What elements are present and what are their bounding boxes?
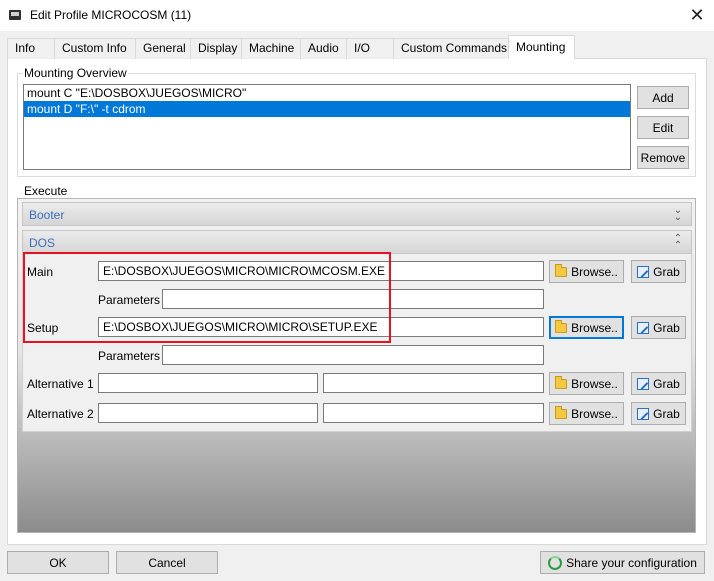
alternative-2-parameters-field[interactable] xyxy=(323,403,544,423)
folder-icon xyxy=(555,375,568,389)
execute-label: Execute xyxy=(23,184,69,198)
browse-label: Browse.. xyxy=(571,406,618,421)
browse-label: Browse.. xyxy=(571,264,618,279)
setup-grab-button[interactable]: Grab xyxy=(631,316,686,339)
alternative-2-field[interactable] xyxy=(98,403,318,423)
alternative-2-browse-button[interactable]: Browse.. xyxy=(549,402,624,425)
ok-button[interactable]: OK xyxy=(7,551,109,574)
cancel-button[interactable]: Cancel xyxy=(116,551,218,574)
tab-machine[interactable]: Machine xyxy=(241,38,301,59)
tab-mounting[interactable]: Mounting xyxy=(508,35,575,59)
highlight-box xyxy=(23,252,391,343)
tab-general[interactable]: General xyxy=(135,38,191,59)
tab-info[interactable]: Info xyxy=(7,38,55,59)
tab-custom-info[interactable]: Custom Info xyxy=(54,38,136,59)
dos-title: DOS xyxy=(29,236,56,250)
setup-parameters-label: Parameters xyxy=(98,349,161,363)
grab-icon xyxy=(637,407,650,420)
remove-button[interactable]: Remove xyxy=(637,146,689,169)
share-label: Share your configuration xyxy=(566,555,697,570)
alternative-1-label: Alternative 1 xyxy=(27,377,94,391)
setup-parameters-field[interactable] xyxy=(162,345,544,365)
folder-icon xyxy=(555,319,568,333)
tab-bar: Info Custom Info General Display Machine… xyxy=(7,35,707,59)
dos-section-header[interactable]: DOS ⌃ ⌃ xyxy=(22,230,692,254)
mount-list[interactable]: mount C "E:\DOSBOX\JUEGOS\MICRO" mount D… xyxy=(23,84,631,170)
grab-icon xyxy=(637,265,650,278)
browse-label: Browse.. xyxy=(571,376,618,391)
alternative-1-grab-button[interactable]: Grab xyxy=(631,372,686,395)
alternative-1-field[interactable] xyxy=(98,373,318,393)
grab-icon xyxy=(637,377,650,390)
setup-browse-button[interactable]: Browse.. xyxy=(549,316,624,339)
folder-icon xyxy=(555,405,568,419)
folder-icon xyxy=(555,263,568,277)
edit-button[interactable]: Edit xyxy=(637,116,689,139)
list-item[interactable]: mount C "E:\DOSBOX\JUEGOS\MICRO" xyxy=(24,85,630,101)
grab-label: Grab xyxy=(653,264,680,279)
tab-display[interactable]: Display xyxy=(190,38,242,59)
tab-custom-commands[interactable]: Custom Commands xyxy=(393,38,509,59)
alternative-1-parameters-field[interactable] xyxy=(323,373,544,393)
grab-label: Grab xyxy=(653,376,680,391)
tab-io[interactable]: I/O xyxy=(346,38,394,59)
list-item[interactable]: mount D "F:\" -t cdrom xyxy=(24,101,630,117)
booter-title: Booter xyxy=(29,208,65,222)
window-title: Edit Profile MICROCOSM (11) xyxy=(30,8,192,22)
title-bar: Edit Profile MICROCOSM (11) ✕ xyxy=(0,0,714,31)
grab-label: Grab xyxy=(653,406,680,421)
grab-label: Grab xyxy=(653,320,680,335)
app-icon xyxy=(9,10,21,20)
browse-label: Browse.. xyxy=(571,320,618,335)
main-browse-button[interactable]: Browse.. xyxy=(549,260,624,283)
close-icon[interactable]: ✕ xyxy=(684,3,710,27)
tab-audio[interactable]: Audio xyxy=(300,38,347,59)
booter-section-header[interactable]: Booter ⌄ ⌄ xyxy=(22,202,692,226)
chevron-double-down-icon[interactable]: ⌄ ⌄ xyxy=(673,206,683,223)
grab-icon xyxy=(637,321,650,334)
alternative-1-browse-button[interactable]: Browse.. xyxy=(549,372,624,395)
chevron-double-up-icon[interactable]: ⌃ ⌃ xyxy=(673,234,683,251)
add-button[interactable]: Add xyxy=(637,86,689,109)
main-grab-button[interactable]: Grab xyxy=(631,260,686,283)
alternative-2-grab-button[interactable]: Grab xyxy=(631,402,686,425)
share-configuration-button[interactable]: Share your configuration xyxy=(540,551,705,574)
share-icon xyxy=(548,555,563,570)
mounting-overview-label: Mounting Overview xyxy=(23,66,128,80)
alternative-2-label: Alternative 2 xyxy=(27,407,94,421)
